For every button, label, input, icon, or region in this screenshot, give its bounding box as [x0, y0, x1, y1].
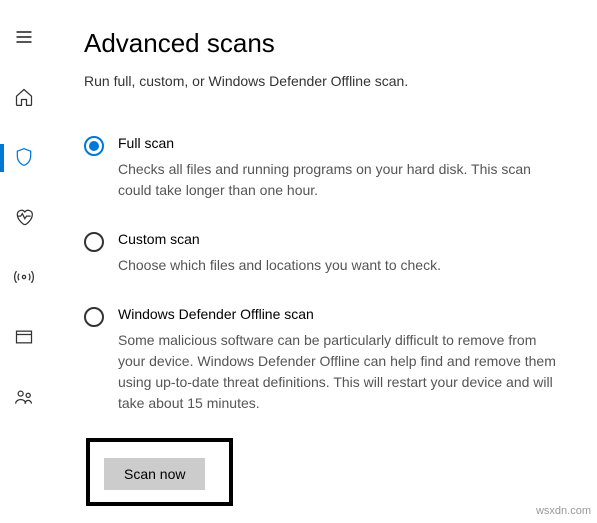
sidebar-menu[interactable]: [0, 18, 48, 58]
scan-now-button[interactable]: Scan now: [104, 458, 205, 490]
sidebar: [0, 0, 48, 523]
sidebar-home[interactable]: [0, 78, 48, 118]
sidebar-network[interactable]: [0, 258, 48, 298]
heart-icon: [14, 207, 34, 230]
app-icon: [14, 327, 34, 350]
home-icon: [14, 87, 34, 110]
option-label: Full scan: [118, 135, 561, 151]
option-offline-scan: Windows Defender Offline scan Some malic…: [84, 306, 561, 414]
radio-custom-scan[interactable]: [84, 232, 104, 252]
option-custom-scan: Custom scan Choose which files and locat…: [84, 231, 561, 276]
radio-full-scan[interactable]: [84, 136, 104, 156]
page-subtitle: Run full, custom, or Windows Defender Of…: [84, 73, 561, 89]
option-label: Windows Defender Offline scan: [118, 306, 561, 322]
sidebar-app[interactable]: [0, 318, 48, 358]
people-icon: [14, 387, 34, 410]
option-full-scan: Full scan Checks all files and running p…: [84, 135, 561, 201]
option-desc: Some malicious software can be particula…: [118, 330, 561, 414]
page-title: Advanced scans: [84, 28, 561, 59]
sidebar-health[interactable]: [0, 198, 48, 238]
network-icon: [14, 267, 34, 290]
radio-offline-scan[interactable]: [84, 307, 104, 327]
highlight-box: Scan now: [86, 438, 233, 506]
shield-icon: [14, 147, 34, 170]
option-desc: Choose which files and locations you wan…: [118, 255, 561, 276]
sidebar-family[interactable]: [0, 378, 48, 418]
menu-icon: [14, 27, 34, 50]
sidebar-security[interactable]: [0, 138, 48, 178]
watermark: wsxdn.com: [536, 505, 591, 517]
main-content: Advanced scans Run full, custom, or Wind…: [48, 0, 597, 523]
option-label: Custom scan: [118, 231, 561, 247]
option-desc: Checks all files and running programs on…: [118, 159, 561, 201]
